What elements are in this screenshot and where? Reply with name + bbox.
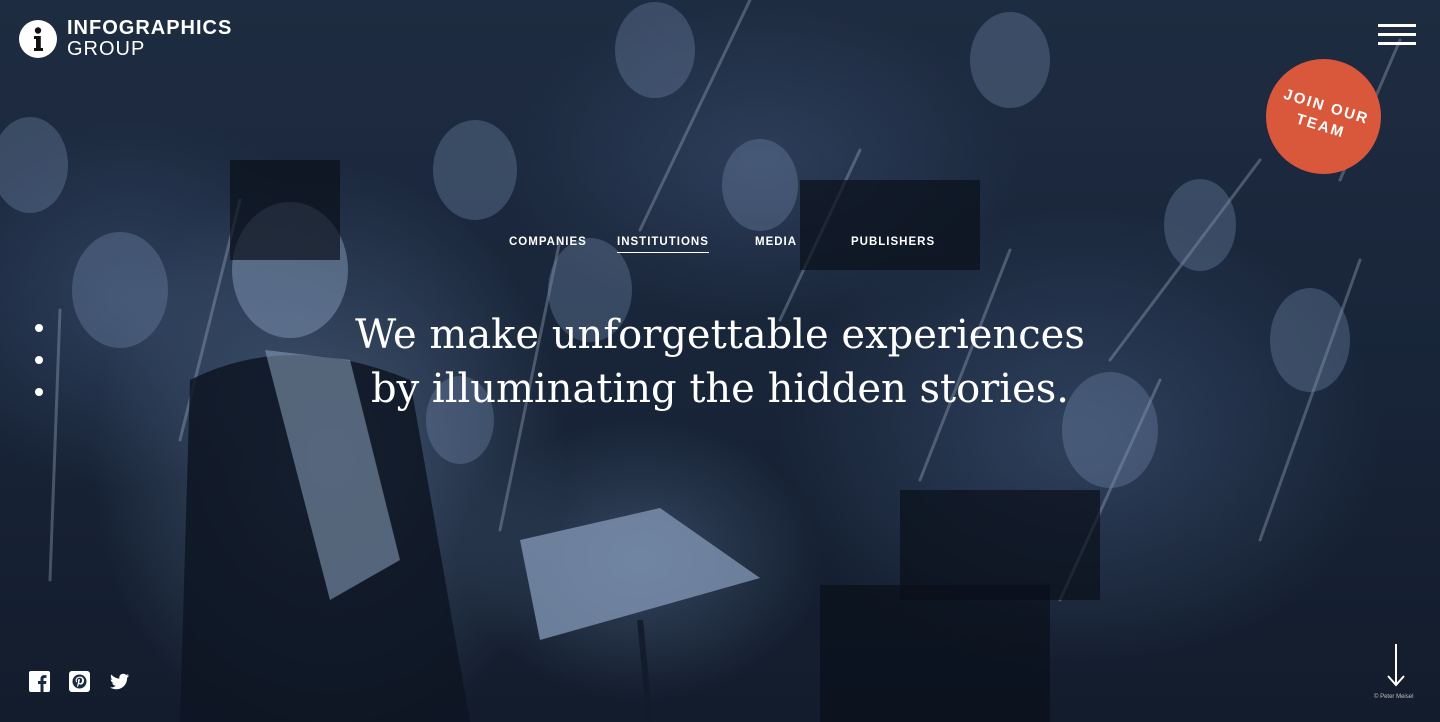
nav-item-institutions[interactable]: INSTITUTIONS bbox=[617, 236, 709, 253]
logo-line-2: GROUP bbox=[67, 38, 146, 60]
nav-item-media[interactable]: MEDIA bbox=[755, 236, 797, 252]
menu-bar bbox=[1378, 33, 1416, 36]
photo-credit: © Peter Meisel bbox=[1374, 694, 1414, 700]
slide-dot[interactable] bbox=[35, 356, 43, 364]
hero-headline: We make unforgettable experiences by ill… bbox=[0, 308, 1440, 416]
site-logo[interactable]: INFOGRAPHICS GROUP bbox=[19, 18, 232, 59]
logo-line-1: INFOGRAPHICS bbox=[67, 17, 233, 39]
join-our-team-button[interactable]: JOIN OUR TEAM bbox=[1266, 59, 1381, 174]
hamburger-menu-icon[interactable] bbox=[1378, 24, 1418, 48]
twitter-icon[interactable] bbox=[109, 671, 130, 692]
slide-dot[interactable] bbox=[35, 388, 43, 396]
arrow-down-icon[interactable] bbox=[1385, 642, 1407, 688]
facebook-icon[interactable] bbox=[29, 671, 50, 692]
menu-bar bbox=[1378, 42, 1416, 45]
hero-section: INFOGRAPHICS GROUP JOIN OUR TEAM COMPANI… bbox=[0, 0, 1440, 722]
info-i-icon bbox=[19, 19, 57, 58]
slide-dot[interactable] bbox=[35, 324, 43, 332]
slide-indicator bbox=[35, 324, 43, 420]
logo-wordmark: INFOGRAPHICS GROUP bbox=[67, 18, 232, 59]
nav-item-companies[interactable]: COMPANIES bbox=[509, 236, 587, 252]
join-badge-label: JOIN OUR TEAM bbox=[1282, 86, 1372, 142]
headline-line-1: We make unforgettable experiences bbox=[355, 312, 1085, 358]
social-links bbox=[29, 671, 130, 692]
menu-bar bbox=[1378, 24, 1416, 27]
nav-item-publishers[interactable]: PUBLISHERS bbox=[851, 236, 935, 252]
headline-line-2: by illuminating the hidden stories. bbox=[371, 366, 1069, 412]
pinterest-icon[interactable] bbox=[69, 671, 90, 692]
